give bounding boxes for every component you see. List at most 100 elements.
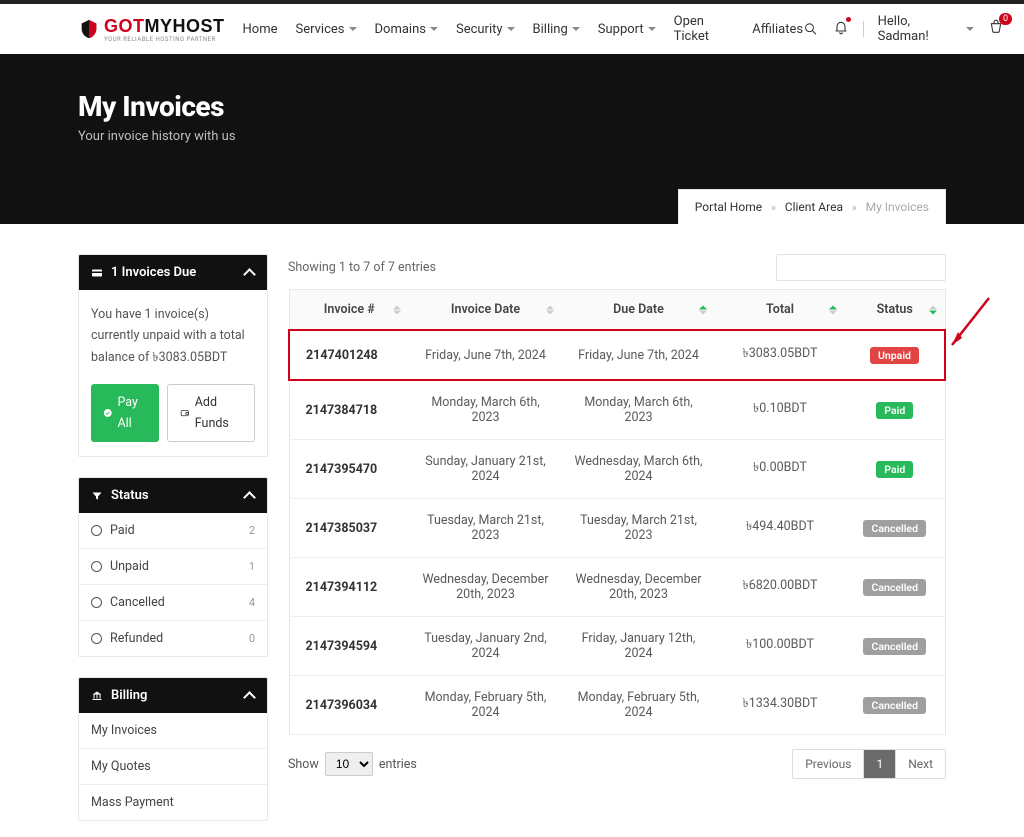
sort-icon bbox=[699, 305, 707, 314]
header-actions: Hello, Sadman! 0 bbox=[803, 14, 1004, 44]
invoice-row[interactable]: 2147385037Tuesday, March 21st, 2023Tuesd… bbox=[289, 499, 945, 558]
cell-total: ৳100.00BDT bbox=[715, 617, 845, 676]
panel-invoices-due-header[interactable]: 1 Invoices Due bbox=[79, 255, 267, 290]
table-search-input[interactable] bbox=[791, 261, 952, 275]
col-total[interactable]: Total bbox=[715, 290, 845, 331]
invoice-row[interactable]: 2147394594Tuesday, January 2nd, 2024Frid… bbox=[289, 617, 945, 676]
cell-invoice-date: Monday, February 5th, 2024 bbox=[409, 676, 562, 735]
check-circle-icon bbox=[103, 407, 112, 419]
invoice-row[interactable]: 2147384718Monday, March 6th, 2023Monday,… bbox=[289, 380, 945, 440]
bank-icon bbox=[91, 690, 103, 702]
cell-invoice-date: Monday, March 6th, 2023 bbox=[409, 380, 562, 440]
invoice-row[interactable]: 2147396034Monday, February 5th, 2024Mond… bbox=[289, 676, 945, 735]
breadcrumb-portal[interactable]: Portal Home bbox=[695, 200, 762, 214]
cell-status: Cancelled bbox=[845, 617, 945, 676]
chevron-up-icon bbox=[245, 691, 255, 701]
status-count: 2 bbox=[249, 524, 255, 537]
sidebar: 1 Invoices Due You have 1 invoice(s) cur… bbox=[78, 254, 268, 821]
status-count: 1 bbox=[249, 560, 255, 573]
breadcrumb-sep-icon: » bbox=[852, 203, 857, 214]
divider bbox=[863, 21, 864, 37]
add-funds-button[interactable]: Add Funds bbox=[167, 384, 255, 443]
logo[interactable]: GOTMYHOST YOUR RELIABLE HOSTING PARTNER bbox=[78, 16, 225, 43]
cell-due-date: Tuesday, March 21st, 2023 bbox=[562, 499, 715, 558]
breadcrumb-client[interactable]: Client Area bbox=[785, 200, 843, 214]
cell-due-date: Wednesday, December 20th, 2023 bbox=[562, 558, 715, 617]
nav-billing[interactable]: Billing bbox=[533, 22, 580, 37]
invoice-row[interactable]: 2147395470Sunday, January 21st, 2024Wedn… bbox=[289, 440, 945, 499]
billing-link-my-invoices[interactable]: My Invoices bbox=[79, 713, 267, 748]
cell-invoice-date: Sunday, January 21st, 2024 bbox=[409, 440, 562, 499]
cell-status: Paid bbox=[845, 440, 945, 499]
col-status[interactable]: Status bbox=[845, 290, 945, 331]
cell-invoice-date: Tuesday, January 2nd, 2024 bbox=[409, 617, 562, 676]
cell-invoice-id: 2147395470 bbox=[289, 440, 409, 499]
search-icon[interactable] bbox=[803, 21, 819, 37]
cell-status: Paid bbox=[845, 380, 945, 440]
cell-status: Cancelled bbox=[845, 676, 945, 735]
cell-total: ৳0.10BDT bbox=[715, 380, 845, 440]
nav-open-ticket[interactable]: Open Ticket bbox=[674, 14, 735, 44]
nav-domains[interactable]: Domains bbox=[375, 22, 438, 37]
radio-icon bbox=[91, 633, 102, 644]
status-filter-cancelled[interactable]: Cancelled 4 bbox=[79, 584, 267, 620]
billing-link-my-quotes[interactable]: My Quotes bbox=[79, 748, 267, 784]
col-due-date[interactable]: Due Date bbox=[562, 290, 715, 331]
status-filter-refunded[interactable]: Refunded 0 bbox=[79, 620, 267, 656]
panel-status: Status Paid2Unpaid1 Cancelled 4 Refunded 0 bbox=[78, 477, 268, 657]
cell-total: ৳3083.05BDT bbox=[715, 330, 845, 380]
invoice-row[interactable]: 2147394112Wednesday, December 20th, 2023… bbox=[289, 558, 945, 617]
cell-invoice-id: 2147401248 bbox=[289, 330, 409, 380]
page-subtitle: Your invoice history with us bbox=[78, 129, 946, 144]
status-badge: Paid bbox=[876, 461, 913, 478]
filter-icon bbox=[91, 490, 103, 502]
cart-button[interactable]: 0 bbox=[988, 19, 1004, 39]
nav-home[interactable]: Home bbox=[243, 22, 278, 37]
logo-text: GOTMYHOST bbox=[104, 16, 225, 37]
panel-billing-header[interactable]: Billing bbox=[79, 678, 267, 713]
cell-invoice-id: 2147396034 bbox=[289, 676, 409, 735]
billing-link-mass-payment[interactable]: Mass Payment bbox=[79, 784, 267, 820]
wallet-icon bbox=[180, 407, 190, 419]
status-badge: Cancelled bbox=[863, 697, 926, 714]
notifications-button[interactable] bbox=[833, 19, 849, 39]
nav-security[interactable]: Security bbox=[456, 22, 515, 37]
cell-status: Unpaid bbox=[845, 330, 945, 380]
col-invoice-id[interactable]: Invoice # bbox=[289, 290, 409, 331]
show-entries-select[interactable]: 10 bbox=[325, 752, 373, 776]
cell-status: Cancelled bbox=[845, 499, 945, 558]
cell-due-date: Monday, March 6th, 2023 bbox=[562, 380, 715, 440]
nav-services[interactable]: Services bbox=[296, 22, 357, 37]
pay-all-button[interactable]: Pay All bbox=[91, 384, 159, 443]
user-menu[interactable]: Hello, Sadman! bbox=[878, 14, 974, 44]
col-invoice-date[interactable]: Invoice Date bbox=[409, 290, 562, 331]
cell-invoice-date: Wednesday, December 20th, 2023 bbox=[409, 558, 562, 617]
radio-icon bbox=[91, 597, 102, 608]
sort-icon bbox=[829, 305, 837, 314]
chevron-up-icon bbox=[245, 491, 255, 501]
sort-icon bbox=[393, 305, 401, 314]
nav-support[interactable]: Support bbox=[598, 22, 656, 37]
status-count: 4 bbox=[249, 596, 255, 609]
cell-status: Cancelled bbox=[845, 558, 945, 617]
pager-next[interactable]: Next bbox=[895, 750, 945, 778]
cell-total: ৳494.40BDT bbox=[715, 499, 845, 558]
panel-status-header[interactable]: Status bbox=[79, 478, 267, 513]
nav-affiliates[interactable]: Affiliates bbox=[752, 22, 803, 37]
chevron-down-icon bbox=[430, 27, 438, 31]
status-count: 0 bbox=[249, 632, 255, 645]
invoices-table: Invoice # Invoice Date Due Date Total St… bbox=[288, 289, 946, 735]
pager-page-1[interactable]: 1 bbox=[863, 750, 895, 778]
status-label: Refunded bbox=[110, 631, 163, 646]
status-filter-unpaid[interactable]: Unpaid1 bbox=[79, 548, 267, 584]
status-label: Cancelled bbox=[110, 595, 165, 610]
invoice-row[interactable]: 2147401248Friday, June 7th, 2024Friday, … bbox=[289, 330, 945, 380]
cell-invoice-id: 2147394594 bbox=[289, 617, 409, 676]
cell-invoice-date: Friday, June 7th, 2024 bbox=[409, 330, 562, 380]
status-filter-paid[interactable]: Paid2 bbox=[79, 513, 267, 548]
cell-invoice-date: Tuesday, March 21st, 2023 bbox=[409, 499, 562, 558]
logo-tagline: YOUR RELIABLE HOSTING PARTNER bbox=[104, 36, 225, 43]
pager-prev[interactable]: Previous bbox=[793, 750, 863, 778]
table-search[interactable] bbox=[776, 254, 946, 281]
sort-icon bbox=[929, 305, 937, 314]
